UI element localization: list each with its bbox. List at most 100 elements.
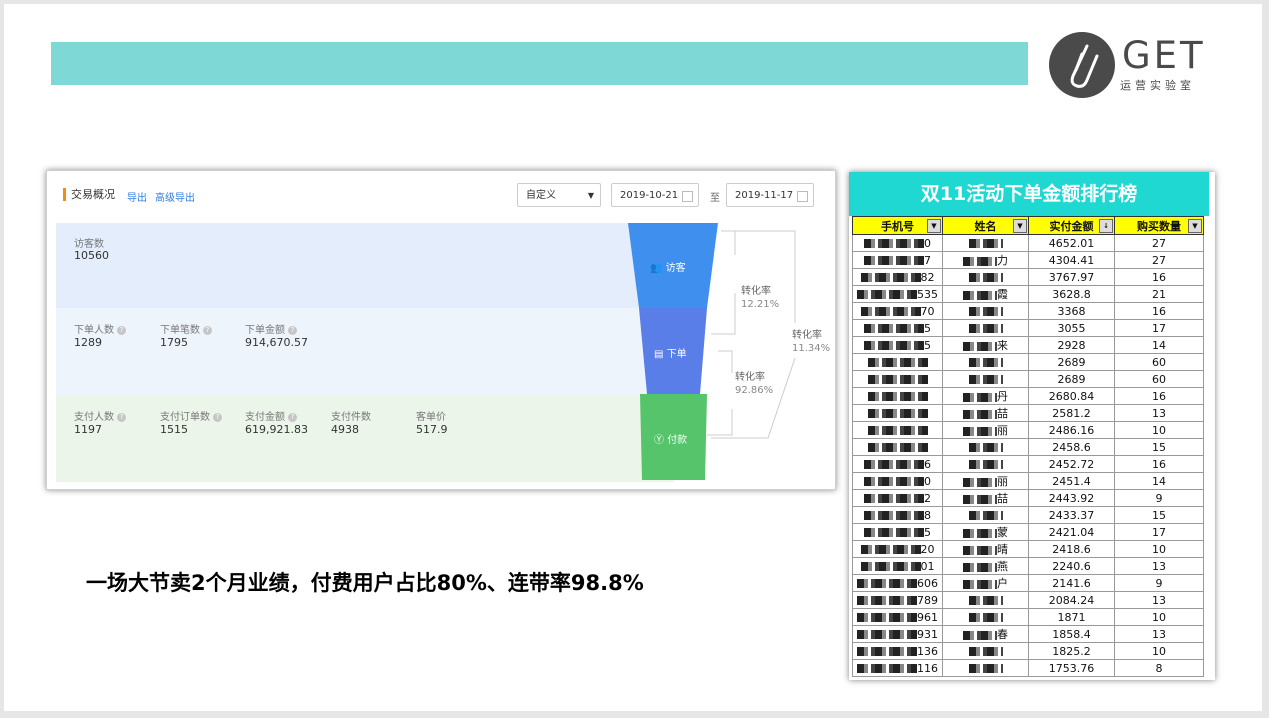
advanced-export-link[interactable]: 高级导出	[155, 189, 195, 204]
redacted-mosaic	[963, 256, 997, 266]
visitors-label: 访客数	[74, 239, 104, 250]
table-row: 70 3368 16	[852, 302, 1204, 320]
order-metric-label: 下单金额?	[245, 321, 297, 336]
redacted-mosaic	[857, 630, 917, 639]
amount-cell: 3628.8	[1028, 285, 1115, 303]
name-cell-text: 丹	[997, 390, 1008, 403]
redacted-mosaic	[963, 477, 997, 487]
amount-cell-text: 2418.6	[1052, 542, 1091, 556]
name-cell-text: 丽	[997, 475, 1008, 488]
name-cell	[942, 353, 1029, 371]
table-row: 丹 2680.84 16	[852, 387, 1204, 405]
redacted-mosaic	[963, 545, 997, 555]
amount-cell: 2240.6	[1028, 557, 1115, 575]
name-cell	[942, 370, 1029, 388]
phone-cell-text: 606	[917, 576, 938, 590]
name-cell	[942, 455, 1029, 473]
range-select[interactable]: 自定义 ▼	[517, 183, 601, 207]
help-icon[interactable]: ?	[288, 325, 297, 335]
users-icon: 👥	[650, 263, 663, 274]
name-cell	[942, 642, 1029, 660]
redacted-mosaic	[963, 562, 997, 572]
name-cell-text: 霞	[997, 288, 1008, 301]
amount-cell-text: 4304.41	[1048, 253, 1095, 267]
table-row: 535 霞 3628.8 21	[852, 285, 1204, 303]
name-cell: 丽	[942, 421, 1029, 439]
date-from-input[interactable]: 2019-10-21	[611, 183, 699, 207]
phone-cell	[852, 404, 943, 422]
redacted-mosaic	[968, 358, 1003, 367]
table-row: 6 2452.72 16	[852, 455, 1204, 473]
yen-icon: Ⓨ	[654, 435, 664, 446]
redacted-mosaic	[860, 545, 921, 554]
calendar-icon	[682, 191, 693, 202]
amount-cell-text: 2240.6	[1052, 559, 1091, 573]
name-cell-text: 晴	[997, 543, 1008, 556]
redacted-mosaic	[968, 664, 1003, 673]
qty-cell-text: 9	[1155, 491, 1163, 505]
pay-metric-label: 客单价	[416, 412, 446, 423]
help-icon[interactable]: ?	[288, 412, 297, 422]
help-icon[interactable]: ?	[213, 412, 222, 422]
pay-metric-value: 4938	[331, 423, 359, 436]
ranking-title: 双11活动下单金额排行榜	[849, 172, 1209, 216]
qty-cell-text: 10	[1152, 423, 1166, 437]
amount-cell: 3767.97	[1028, 268, 1115, 286]
table-row: 606 户 2141.6 9	[852, 574, 1204, 592]
filter-dropdown-icon[interactable]: ▼	[1188, 219, 1202, 233]
redacted-mosaic	[857, 664, 917, 673]
phone-cell: 01	[852, 557, 943, 575]
brand-subtitle: 运营实验室	[1120, 79, 1195, 92]
name-cell: 蒙	[942, 523, 1029, 541]
amount-cell-text: 1753.76	[1048, 661, 1095, 675]
qty-cell: 60	[1114, 370, 1204, 388]
filter-dropdown-icon[interactable]: ▼	[1013, 219, 1027, 233]
redacted-mosaic	[867, 358, 928, 367]
amount-cell: 1871	[1028, 608, 1115, 626]
name-cell-text: 蒙	[997, 526, 1008, 539]
amount-cell: 4652.01	[1028, 234, 1115, 252]
pay-metric-label: 支付件数	[331, 412, 371, 423]
name-cell	[942, 608, 1029, 626]
amount-cell: 2680.84	[1028, 387, 1115, 405]
redacted-mosaic	[968, 324, 1003, 333]
phone-cell-text: 2	[924, 491, 931, 505]
filter-dropdown-icon[interactable]: ▼	[927, 219, 941, 233]
help-icon[interactable]: ?	[203, 325, 212, 335]
date-to-input[interactable]: 2019-11-17	[726, 183, 814, 207]
sort-dropdown-icon[interactable]: ↓	[1099, 219, 1113, 233]
redacted-mosaic	[864, 460, 924, 469]
name-cell-text: 力	[997, 254, 1008, 267]
phone-cell-text: 5	[924, 525, 931, 539]
qty-cell: 16	[1114, 302, 1204, 320]
qty-cell-text: 17	[1152, 525, 1166, 539]
qty-cell: 14	[1114, 472, 1204, 490]
name-cell: 春	[942, 625, 1029, 643]
amount-cell: 2433.37	[1028, 506, 1115, 524]
export-link[interactable]: 导出	[127, 189, 147, 204]
header-qty: 购买数量 ▼	[1114, 216, 1204, 235]
card-header: 交易概况 导出 高级导出 自定义 ▼ 2019-10-21 至 2019-11-…	[47, 171, 835, 219]
phone-cell	[852, 353, 943, 371]
amount-cell-text: 1858.4	[1052, 627, 1091, 641]
table-row: 136 1825.2 10	[852, 642, 1204, 660]
qty-cell-text: 16	[1152, 457, 1166, 471]
help-icon[interactable]: ?	[117, 412, 126, 422]
redacted-mosaic	[968, 307, 1003, 316]
table-row: 2689 60	[852, 370, 1204, 388]
qty-cell: 60	[1114, 353, 1204, 371]
clipboard-icon: ▤	[654, 349, 664, 360]
header-amount: 实付金额 ↓	[1028, 216, 1115, 235]
redacted-mosaic	[864, 256, 924, 265]
phone-cell-text: 70	[920, 304, 935, 318]
amount-cell: 1753.76	[1028, 659, 1115, 677]
amount-cell: 2443.92	[1028, 489, 1115, 507]
phone-cell: 606	[852, 574, 943, 592]
help-icon[interactable]: ?	[117, 325, 126, 335]
table-row: 2458.6 15	[852, 438, 1204, 456]
phone-cell-text: 0	[924, 236, 931, 250]
phone-cell: 0	[852, 234, 943, 252]
phone-cell-text: 136	[917, 644, 938, 658]
name-cell-text: 户	[997, 577, 1008, 590]
table-row: 5 3055 17	[852, 319, 1204, 337]
